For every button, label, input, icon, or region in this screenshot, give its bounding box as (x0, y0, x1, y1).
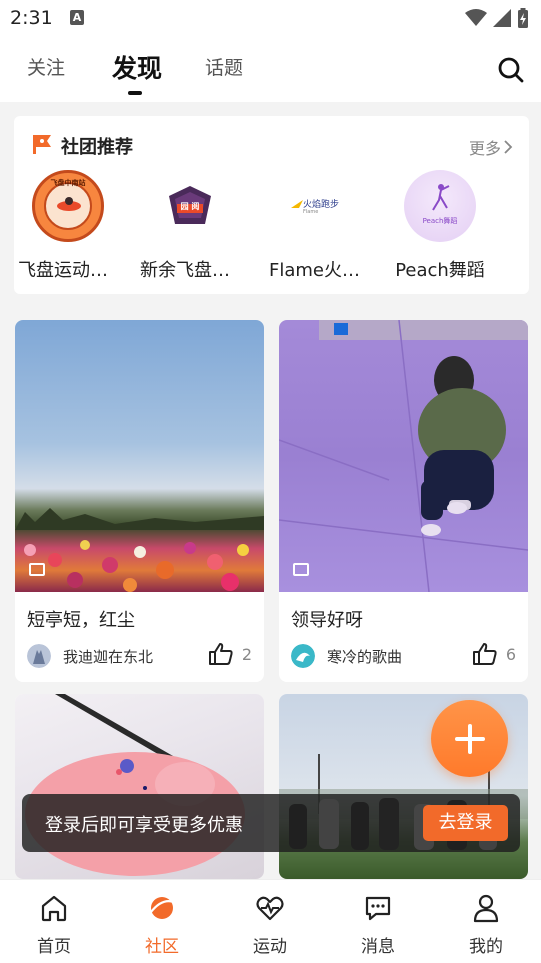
post-username[interactable]: 寒冷的歌曲 (327, 646, 402, 667)
tab-indicator (128, 91, 142, 95)
like-count: 6 (505, 644, 516, 664)
like-button[interactable]: 6 (472, 642, 516, 666)
thumbs-up-icon (208, 643, 233, 665)
club-name: 飞盘运动社团 (18, 260, 118, 281)
club-logo: 火焰跑步 Flame (283, 170, 355, 242)
nav-item-home[interactable]: 首页 (14, 892, 94, 957)
user-avatar[interactable] (291, 644, 315, 668)
club-name: Flame火焰跑步 (269, 260, 369, 281)
post-title: 领导好呀 (291, 610, 363, 631)
nav-item-profile[interactable]: 我的 (446, 892, 526, 957)
club-item[interactable]: 园 阅 新余飞盘社团 (140, 170, 240, 282)
top-nav: 关注 发现 话题 (0, 36, 541, 102)
thumbs-up-icon (472, 643, 497, 665)
club-name: 新余飞盘社团 (140, 260, 240, 281)
nav-label: 社区 (145, 937, 179, 957)
club-item[interactable]: 飞盘中南站 飞盘运动社团 (18, 170, 118, 282)
wifi-icon (465, 9, 487, 26)
like-button[interactable]: 2 (208, 642, 252, 666)
club-logo-sublabel: Flame (303, 209, 319, 215)
signal-icon (493, 9, 511, 27)
club-logo: Peach舞蹈 (404, 170, 476, 242)
image-badge-icon (293, 563, 309, 576)
nav-item-sport[interactable]: 运动 (230, 892, 310, 957)
flag-icon (33, 135, 51, 154)
battery-icon (518, 8, 528, 28)
status-bar: 2:31 A (0, 0, 541, 36)
post-title: 短亭短，红尘 (27, 610, 135, 631)
community-icon (150, 897, 175, 919)
club-item[interactable]: Peach舞蹈 Peach舞蹈 (390, 170, 490, 282)
tab-topics[interactable]: 话题 (205, 53, 243, 80)
post-image (15, 320, 264, 592)
tab-following[interactable]: 关注 (27, 53, 65, 80)
club-recommend-card: 社团推荐 更多 飞盘中南站 飞盘运动社团 园 阅 新余飞盘社团 火焰跑步 Fla… (14, 116, 529, 294)
post-username[interactable]: 我迪迦在东北 (63, 646, 153, 667)
heartbeat-icon (256, 896, 284, 921)
search-icon[interactable] (497, 56, 525, 84)
club-item[interactable]: 火焰跑步 Flame Flame火焰跑步 (269, 170, 369, 282)
nav-item-messages[interactable]: 消息 (338, 892, 418, 957)
user-avatar[interactable] (27, 644, 51, 668)
tab-discover[interactable]: 发现 (112, 49, 162, 85)
add-post-button[interactable] (431, 700, 508, 777)
club-logo-label: Peach舞蹈 (422, 217, 458, 225)
club-logo-label: 飞盘中南站 (50, 179, 86, 187)
like-count: 2 (241, 644, 252, 664)
club-section-title: 社团推荐 (61, 137, 133, 158)
club-logo: 飞盘中南站 (32, 170, 104, 242)
nav-label: 运动 (253, 937, 287, 957)
toast-message: 登录后即可享受更多优惠 (45, 815, 243, 836)
club-more-label: 更多 (468, 139, 501, 158)
chevron-right-icon (504, 140, 513, 154)
notification-icon: A (70, 10, 84, 25)
nav-label: 消息 (361, 937, 395, 957)
login-button[interactable]: 去登录 (423, 805, 508, 841)
post-card[interactable]: 短亭短，红尘 我迪迦在东北 2 (15, 320, 264, 682)
profile-icon (473, 894, 499, 923)
club-logo-label: 园 阅 (180, 202, 200, 211)
nav-label: 我的 (469, 937, 503, 957)
login-toast: 登录后即可享受更多优惠 去登录 (22, 794, 520, 852)
club-name: Peach舞蹈 (395, 260, 485, 281)
status-time: 2:31 (10, 7, 53, 29)
post-card[interactable]: 领导好呀 寒冷的歌曲 6 (279, 320, 528, 682)
club-more-link[interactable]: 更多 (469, 135, 513, 159)
message-icon (365, 896, 391, 921)
post-image (279, 320, 528, 592)
nav-label: 首页 (37, 937, 71, 957)
home-icon (41, 895, 67, 922)
nav-item-community[interactable]: 社区 (122, 892, 202, 957)
bottom-nav: 首页 社区 运动 消息 我的 (0, 879, 541, 963)
image-badge-icon (29, 563, 45, 576)
club-logo: 园 阅 (154, 170, 226, 242)
